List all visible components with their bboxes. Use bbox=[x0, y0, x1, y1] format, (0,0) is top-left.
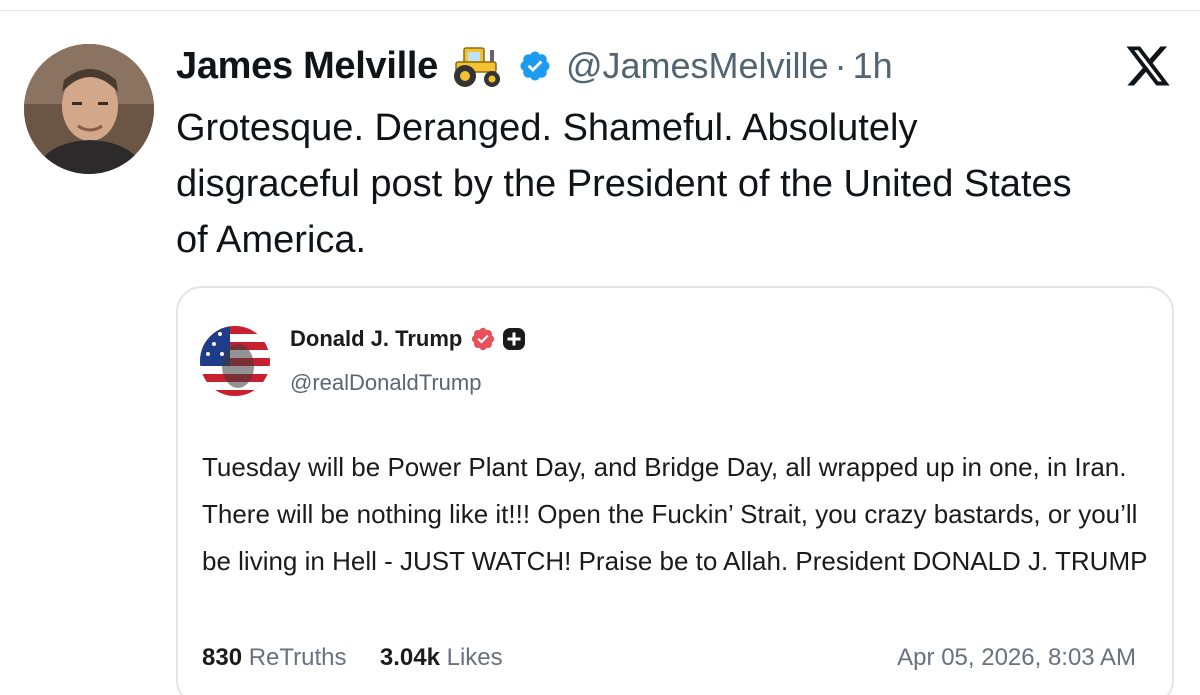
post-time[interactable]: 1h bbox=[853, 45, 893, 86]
tweet-header: James Melville @JamesMelville · 1h bbox=[176, 38, 893, 94]
retruths-count: 830 bbox=[202, 644, 243, 671]
verified-badge-icon bbox=[518, 49, 552, 83]
quoted-post-card[interactable]: Donald J. Trump @realDonaldTrump Tuesday… bbox=[176, 286, 1174, 695]
quoted-post-stats: 830 ReTruths 3.04k Likes bbox=[202, 644, 503, 672]
screenshot-page: James Melville @JamesMelville · 1h Grote… bbox=[0, 0, 1200, 695]
handle-and-time: @JamesMelville · 1h bbox=[566, 45, 893, 87]
separator-dot: · bbox=[834, 45, 847, 86]
x-logo-icon bbox=[1124, 42, 1172, 90]
quoted-author-avatar[interactable] bbox=[200, 326, 270, 396]
retruths-label: ReTruths bbox=[248, 644, 347, 671]
quoted-author-row: Donald J. Trump bbox=[290, 326, 526, 352]
tractor-icon bbox=[450, 44, 504, 88]
plus-badge-icon bbox=[502, 327, 526, 351]
quoted-author-handle[interactable]: @realDonaldTrump bbox=[290, 370, 481, 396]
verified-badge-icon bbox=[470, 326, 496, 352]
divider bbox=[0, 10, 1200, 11]
likes-count: 3.04k bbox=[379, 644, 440, 671]
quoted-post-text: Tuesday will be Power Plant Day, and Bri… bbox=[202, 452, 1148, 576]
author-name[interactable]: James Melville bbox=[176, 45, 438, 88]
likes-label: Likes bbox=[446, 644, 503, 671]
tweet-text: Grotesque. Deranged. Shameful. Absolutel… bbox=[176, 107, 1072, 261]
quoted-post-timestamp: Apr 05, 2026, 8:03 AM bbox=[897, 644, 1136, 671]
author-handle[interactable]: @JamesMelville bbox=[566, 45, 829, 86]
avatar[interactable] bbox=[24, 44, 154, 174]
quoted-author-name[interactable]: Donald J. Trump bbox=[290, 326, 462, 352]
